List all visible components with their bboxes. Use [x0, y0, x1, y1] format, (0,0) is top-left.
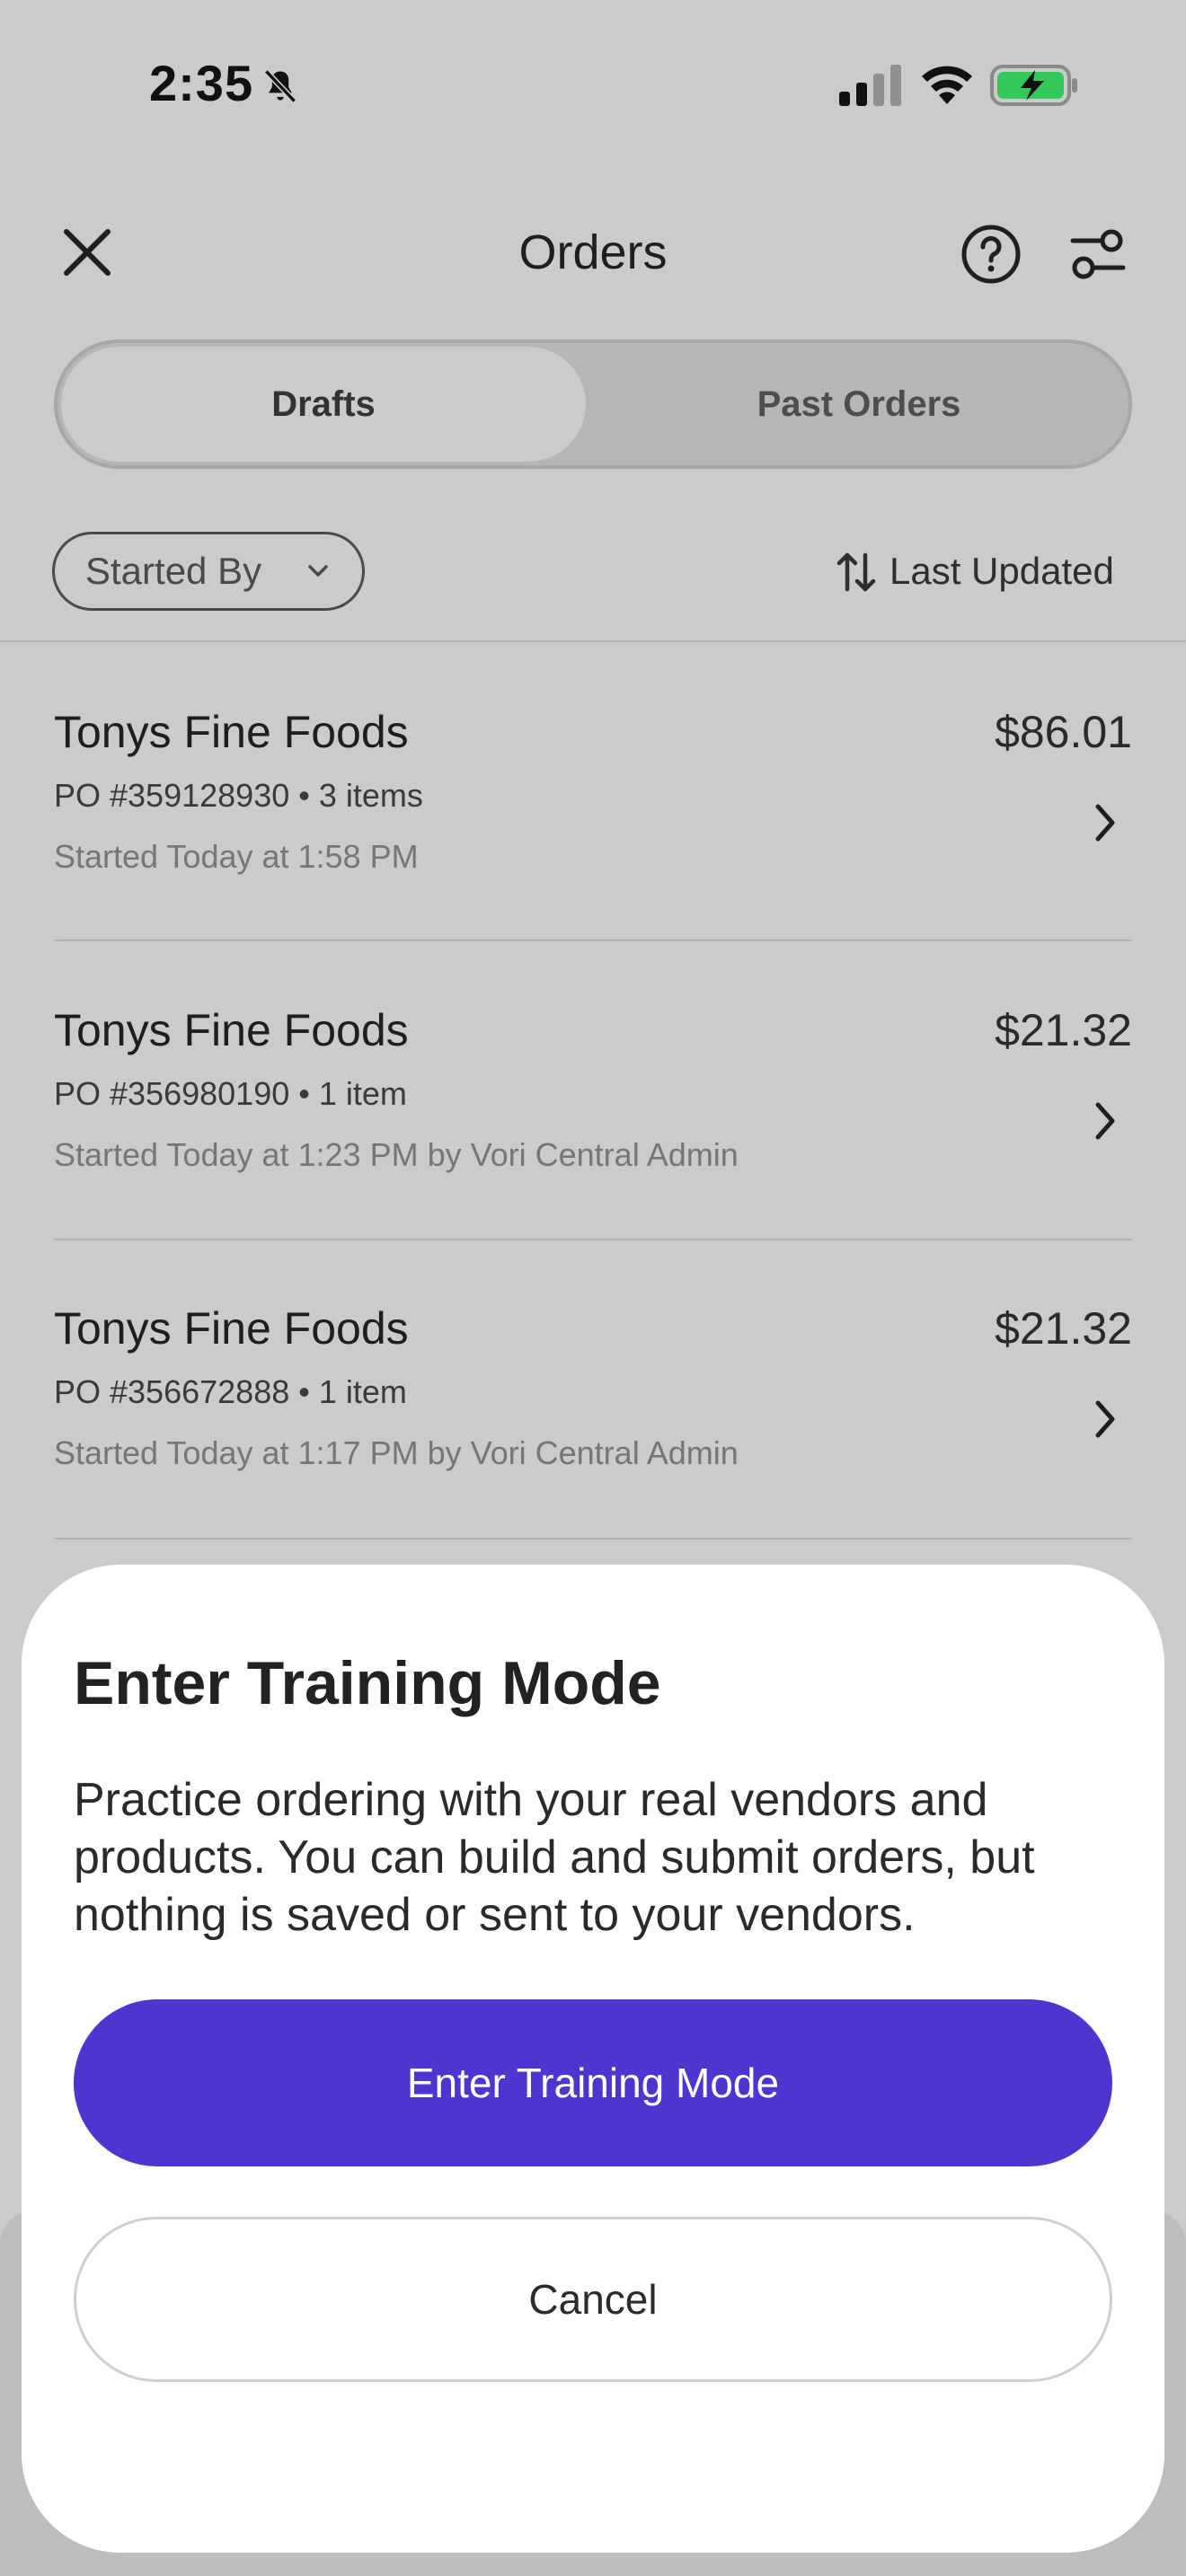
chevron-right-icon [1095, 1102, 1115, 1140]
order-vendor: Tonys Fine Foods [54, 1303, 409, 1354]
wifi-icon [922, 66, 972, 104]
divider [54, 1538, 1132, 1539]
order-po-line: PO #356672888 • 1 item [54, 1373, 407, 1410]
enter-training-mode-button[interactable]: Enter Training Mode [74, 1999, 1112, 2166]
order-amount: $21.32 [995, 1303, 1132, 1354]
battery-charging-icon [990, 65, 1077, 106]
order-vendor: Tonys Fine Foods [54, 1005, 409, 1055]
order-started-line: Started Today at 1:58 PM [54, 838, 419, 875]
sheet-description: Practice ordering with your real vendors… [74, 1774, 1035, 1941]
chevron-right-icon [1095, 1400, 1115, 1438]
started-by-filter[interactable]: Started By [52, 532, 365, 611]
signal-icon [839, 65, 901, 106]
chevron-down-icon [308, 565, 328, 577]
order-amount: $86.01 [995, 707, 1132, 757]
help-icon[interactable] [960, 223, 1022, 286]
filter-icon[interactable] [1069, 226, 1127, 282]
sort-icon[interactable] [836, 550, 877, 595]
order-po-line: PO #359128930 • 3 items [54, 777, 423, 814]
order-started-line: Started Today at 1:17 PM by Vori Central… [54, 1434, 739, 1471]
cancel-button[interactable]: Cancel [74, 2217, 1112, 2382]
order-po-line: PO #356980190 • 1 item [54, 1075, 407, 1112]
order-started-line: Started Today at 1:23 PM by Vori Central… [54, 1136, 739, 1173]
order-row[interactable]: Tonys Fine Foods $86.01 PO #359128930 • … [0, 701, 1186, 999]
sheet-title: Enter Training Mode [74, 1649, 661, 1717]
bell-muted-icon [264, 69, 296, 103]
sort-by-last-updated[interactable]: Last Updated [890, 543, 1114, 600]
order-row[interactable]: Tonys Fine Foods $21.32 PO #356980190 • … [0, 999, 1186, 1297]
order-row[interactable]: Tonys Fine Foods $21.32 PO #356672888 • … [0, 1297, 1186, 1595]
orders-tab-switcher: Drafts Past Orders [54, 340, 1132, 469]
divider [54, 940, 1132, 941]
order-amount: $21.32 [995, 1005, 1132, 1055]
status-time: 2:35 [149, 55, 254, 111]
orders-screen: 2:35 Orders Drafts Past Orders Started B… [0, 0, 1186, 2576]
divider [54, 1239, 1132, 1240]
order-vendor: Tonys Fine Foods [54, 707, 409, 757]
chevron-right-icon [1095, 804, 1115, 842]
started-by-label: Started By [85, 550, 262, 592]
divider [0, 640, 1186, 642]
training-mode-sheet: Enter Training Mode Practice ordering wi… [22, 1565, 1164, 2553]
tab-drafts[interactable]: Drafts [58, 343, 589, 465]
tab-past-orders[interactable]: Past Orders [589, 343, 1128, 465]
